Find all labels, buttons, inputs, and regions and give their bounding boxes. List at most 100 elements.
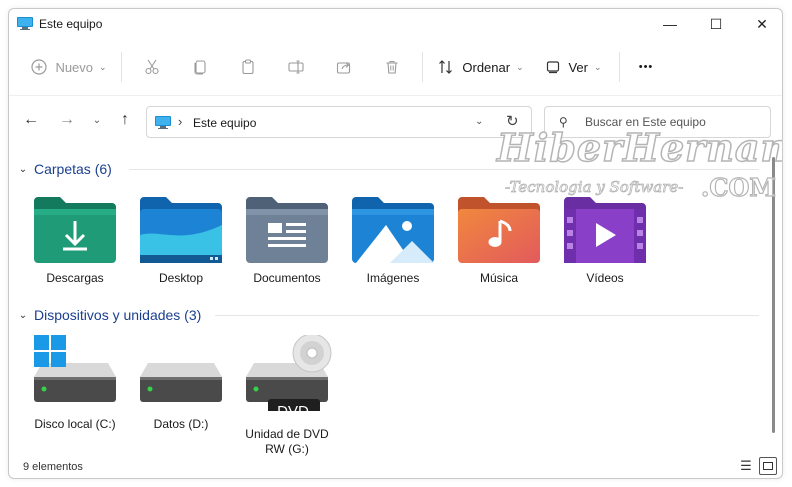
drive-data-d[interactable]: Datos (D:): [131, 335, 231, 432]
clipboard-icon: [242, 59, 254, 75]
rename-icon: [288, 60, 304, 74]
drive-label-line2: RW (G:): [265, 442, 309, 456]
folder-label: Vídeos: [586, 271, 624, 285]
maximize-icon: ☐: [709, 15, 723, 32]
toolbar-divider: [619, 52, 620, 82]
drive-label: Unidad de DVD RW (G:): [237, 427, 337, 457]
sort-icon: [439, 60, 453, 74]
view-button[interactable]: Ver ⌄: [535, 51, 613, 83]
downloads-folder-icon: [34, 197, 116, 263]
address-bar[interactable]: › Este equipo ⌄ ↻: [146, 106, 532, 138]
videos-folder-icon: [564, 197, 646, 263]
watermark-com-text: .COM: [700, 172, 776, 202]
dvd-badge: DVD: [277, 403, 309, 420]
pictures-folder-icon: [352, 197, 434, 263]
minimize-icon: —: [663, 16, 677, 32]
drive-label: Datos (D:): [153, 417, 209, 431]
file-explorer-window: Este equipo — ☐ ✕ Nuevo ⌄ Ordenar ⌄ Ver …: [8, 8, 783, 479]
view-button-label: Ver: [568, 59, 588, 75]
maximize-button[interactable]: ☐: [693, 9, 739, 39]
window-title: Este equipo: [39, 17, 103, 31]
folder-downloads[interactable]: Descargas: [25, 195, 125, 286]
copy-button[interactable]: [176, 51, 224, 83]
folders-section-header[interactable]: ⌄ Carpetas (6): [15, 159, 112, 179]
new-button-label: Nuevo: [55, 59, 94, 75]
desktop-folder-icon: [140, 197, 222, 263]
section-divider: [129, 169, 759, 170]
drive-label-line1: Unidad de DVD: [245, 427, 329, 441]
drive-icon: [140, 363, 222, 402]
chevron-down-icon: ⌄: [99, 61, 107, 72]
chevron-down-icon: ⌄: [92, 114, 102, 126]
forward-button[interactable]: →: [55, 110, 79, 130]
search-input[interactable]: [585, 115, 765, 129]
chevron-down-icon: ⌄: [516, 61, 524, 72]
breadcrumb-separator-icon: ›: [178, 114, 183, 129]
tiles-view-icon: [763, 462, 773, 470]
folder-pictures[interactable]: Imágenes: [343, 195, 443, 286]
arrow-up-icon: ↑: [121, 111, 129, 128]
rename-button[interactable]: [272, 51, 320, 83]
folder-desktop[interactable]: Desktop: [131, 195, 231, 286]
arrow-right-icon: →: [59, 111, 75, 128]
folder-label: Imágenes: [366, 271, 420, 285]
cut-button[interactable]: [128, 51, 176, 83]
up-button[interactable]: ↑: [113, 110, 137, 130]
toolbar-divider: [121, 52, 122, 82]
folder-label: Música: [479, 271, 518, 285]
command-bar: Nuevo ⌄ Ordenar ⌄ Ver ⌄ •••: [9, 45, 782, 89]
recent-locations-button[interactable]: ⌄: [85, 110, 109, 130]
list-view-icon: ☰: [740, 458, 752, 473]
sort-button[interactable]: Ordenar ⌄: [429, 51, 533, 83]
computer-icon: [155, 116, 171, 129]
close-icon: ✕: [756, 15, 768, 32]
folder-videos[interactable]: Vídeos: [555, 195, 655, 286]
address-history-chevron-icon[interactable]: ⌄: [475, 116, 483, 127]
item-count: 9 elementos: [23, 461, 83, 473]
navigation-bar: ← → ⌄ ↑ › Este equipo ⌄ ↻ ⚲: [9, 95, 782, 143]
share-button[interactable]: [320, 51, 368, 83]
computer-icon: [17, 17, 33, 30]
copy-icon: [194, 60, 206, 75]
folder-documents[interactable]: Documentos: [237, 195, 337, 286]
watermark-sub-text: -Tecnologia y Software-: [505, 178, 684, 197]
folder-label: Descargas: [46, 271, 104, 285]
drives-section-title: Dispositivos y unidades (3): [34, 307, 202, 323]
minimize-button[interactable]: —: [647, 9, 693, 39]
dvd-drive-icon: [246, 335, 332, 411]
close-button[interactable]: ✕: [739, 9, 782, 39]
back-button[interactable]: ←: [19, 110, 43, 130]
vertical-scrollbar[interactable]: [772, 157, 775, 433]
paste-button[interactable]: [224, 51, 272, 83]
chevron-down-icon: ⌄: [18, 163, 28, 175]
folder-music[interactable]: Música: [449, 195, 549, 286]
view-icon: [547, 61, 560, 74]
drives-section-header[interactable]: ⌄ Dispositivos y unidades (3): [15, 305, 202, 325]
more-options-button[interactable]: •••: [626, 51, 666, 83]
music-folder-icon: [458, 197, 540, 263]
details-view-button[interactable]: ☰: [738, 458, 754, 474]
breadcrumb-this-pc[interactable]: Este equipo: [193, 116, 256, 130]
search-box[interactable]: ⚲: [544, 106, 771, 138]
drive-dvd-g[interactable]: DVD Unidad de DVD RW (G:): [237, 335, 337, 457]
trash-icon: [386, 60, 398, 74]
share-icon: [336, 62, 351, 74]
search-icon: ⚲: [559, 115, 568, 129]
drive-label: Disco local (C:): [34, 417, 116, 431]
folder-label: Documentos: [253, 271, 321, 285]
chevron-down-icon: ⌄: [18, 309, 28, 321]
new-button[interactable]: Nuevo ⌄: [23, 51, 115, 83]
sort-button-label: Ordenar: [462, 59, 511, 75]
folder-label: Desktop: [158, 271, 204, 285]
large-icons-view-button[interactable]: [759, 457, 777, 475]
drive-local-c[interactable]: Disco local (C:): [25, 335, 125, 432]
refresh-icon[interactable]: ↻: [506, 112, 519, 130]
plus-circle-icon: [31, 59, 48, 75]
ellipsis-icon: •••: [638, 61, 654, 73]
delete-button[interactable]: [368, 51, 416, 83]
section-divider: [215, 315, 759, 316]
scissors-icon: [145, 59, 159, 75]
folders-section-title: Carpetas (6): [34, 161, 112, 177]
windows-drive-icon: [34, 335, 116, 402]
toolbar-divider: [422, 52, 423, 82]
